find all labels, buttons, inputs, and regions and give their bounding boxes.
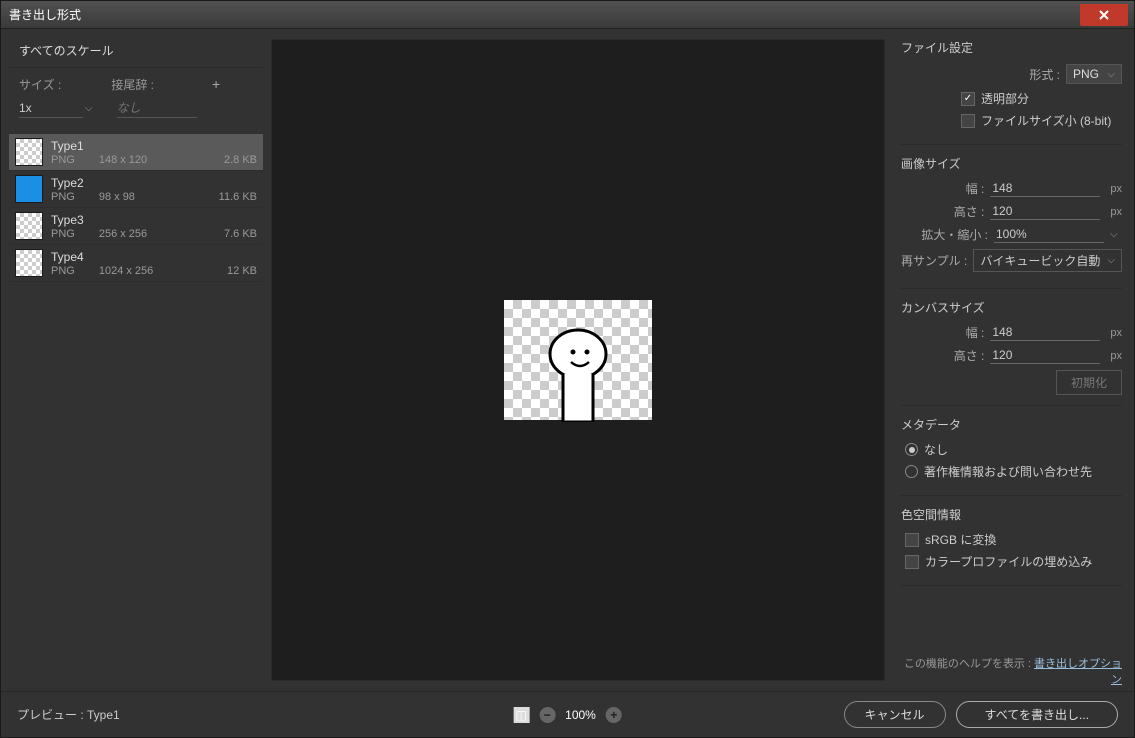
artboard-thumb <box>15 249 43 277</box>
scale-panel: すべてのスケール サイズ : 接尾辞 : + 1x ⌵ Type1PNG148 … <box>1 29 271 691</box>
artboard-item[interactable]: Type3PNG 256 x 256 7.6 KB <box>9 208 263 245</box>
artboard-item[interactable]: Type1PNG 148 x 120 2.8 KB <box>9 134 263 171</box>
canvas-height-label: 高さ : <box>934 347 984 364</box>
artboard-item[interactable]: Type2PNG 98 x 98 11.6 KB <box>9 171 263 208</box>
artboard-filesize: 7.6 KB <box>211 228 257 240</box>
format-label: 形式 : <box>1010 66 1060 83</box>
artboard-thumb <box>15 212 43 240</box>
file-settings-section: ファイル設定 形式 : PNG⌵ 透明部分 ファイルサイズ小 (8-bit) <box>901 39 1122 145</box>
size-label: サイズ : <box>19 76 61 93</box>
artboard-format: PNG <box>51 265 75 277</box>
artboard-filesize: 12 KB <box>211 265 257 277</box>
metadata-none-radio[interactable] <box>905 443 918 456</box>
reset-button[interactable]: 初期化 <box>1056 370 1122 395</box>
height-label: 高さ : <box>934 203 984 220</box>
artboard-name: Type4 <box>51 250 257 264</box>
zoom-controls: ◫ − 100% + <box>513 707 622 723</box>
metadata-copyright-label: 著作権情報および問い合わせ先 <box>924 463 1092 480</box>
preview-panel <box>271 39 885 681</box>
canvas-height-input[interactable] <box>990 347 1100 364</box>
artboard-name: Type2 <box>51 176 257 190</box>
footer: プレビュー : Type1 ◫ − 100% + キャンセル すべてを書き出し.… <box>1 691 1134 737</box>
help-line: この機能のヘルプを表示 : 書き出しオプション <box>901 655 1122 687</box>
resample-label: 再サンプル : <box>901 252 967 269</box>
artboard-name: Type3 <box>51 213 257 227</box>
metadata-title: メタデータ <box>901 416 1122 433</box>
preview-character-icon <box>533 322 623 422</box>
metadata-copyright-radio[interactable] <box>905 465 918 478</box>
colorspace-title: 色空間情報 <box>901 506 1122 523</box>
titlebar: 書き出し形式 <box>1 1 1134 29</box>
chevron-down-icon[interactable]: ⌵ <box>1110 229 1122 240</box>
size-select[interactable]: 1x ⌵ <box>19 99 93 118</box>
preview-label: プレビュー : Type1 <box>17 706 832 723</box>
zoom-in-button[interactable]: + <box>606 707 622 723</box>
image-height-input[interactable] <box>990 203 1100 220</box>
zoom-level: 100% <box>565 708 596 722</box>
artboard-format: PNG <box>51 191 75 203</box>
file-settings-title: ファイル設定 <box>901 39 1122 56</box>
artboard-filesize: 2.8 KB <box>211 154 257 166</box>
transparency-checkbox[interactable] <box>961 92 975 106</box>
window-title: 書き出し形式 <box>9 6 1080 23</box>
format-select[interactable]: PNG⌵ <box>1066 64 1122 84</box>
artboard-format: PNG <box>51 228 75 240</box>
embed-profile-checkbox[interactable] <box>905 555 919 569</box>
srgb-label: sRGB に変換 <box>925 531 996 548</box>
width-label: 幅 : <box>934 180 984 197</box>
artboard-list: Type1PNG148 x 1202.8 KBType2PNG98 x 9811… <box>9 134 263 282</box>
metadata-none-label: なし <box>924 441 948 458</box>
artboard-filesize: 11.6 KB <box>211 191 257 203</box>
embed-profile-label: カラープロファイルの埋め込み <box>925 553 1092 570</box>
canvas-width-label: 幅 : <box>934 324 984 341</box>
artboard-dims: 148 x 120 <box>99 154 161 166</box>
canvas-width-input[interactable] <box>990 324 1100 341</box>
small-file-checkbox[interactable] <box>961 114 975 128</box>
suffix-label: 接尾辞 : <box>111 76 154 93</box>
close-icon <box>1098 9 1110 21</box>
scale-panel-title: すべてのスケール <box>9 39 263 68</box>
artboard-dims: 256 x 256 <box>99 228 161 240</box>
chevron-down-icon: ⌵ <box>85 103 93 114</box>
image-scale-input[interactable] <box>994 226 1104 243</box>
grid-toggle-icon[interactable]: ◫ <box>513 707 529 723</box>
resample-select[interactable]: バイキュービック自動⌵ <box>973 249 1122 272</box>
export-dialog: 書き出し形式 すべてのスケール サイズ : 接尾辞 : + 1x ⌵ Type1… <box>0 0 1135 738</box>
image-width-input[interactable] <box>990 180 1100 197</box>
artboard-item[interactable]: Type4PNG 1024 x 256 12 KB <box>9 245 263 282</box>
srgb-checkbox[interactable] <box>905 533 919 547</box>
add-scale-button[interactable]: + <box>212 76 220 93</box>
scale-label: 拡大・縮小 : <box>921 226 988 243</box>
dialog-body: すべてのスケール サイズ : 接尾辞 : + 1x ⌵ Type1PNG148 … <box>1 29 1134 691</box>
artboard-thumb <box>15 175 43 203</box>
artboard-format: PNG <box>51 154 75 166</box>
artboard-thumb <box>15 138 43 166</box>
close-button[interactable] <box>1080 4 1128 26</box>
artboard-name: Type1 <box>51 139 257 153</box>
colorspace-section: 色空間情報 sRGB に変換 カラープロファイルの埋め込み <box>901 506 1122 586</box>
transparency-label: 透明部分 <box>981 90 1029 107</box>
preview-image <box>504 300 652 420</box>
small-file-label: ファイルサイズ小 (8-bit) <box>981 112 1111 129</box>
settings-panel: ファイル設定 形式 : PNG⌵ 透明部分 ファイルサイズ小 (8-bit) <box>889 29 1134 691</box>
canvas-size-title: カンバスサイズ <box>901 299 1122 316</box>
export-all-button[interactable]: すべてを書き出し... <box>956 701 1118 728</box>
zoom-out-button[interactable]: − <box>539 707 555 723</box>
suffix-input[interactable] <box>117 99 197 118</box>
image-size-title: 画像サイズ <box>901 155 1122 172</box>
artboard-dims: 98 x 98 <box>99 191 161 203</box>
cancel-button[interactable]: キャンセル <box>844 701 946 728</box>
chevron-down-icon: ⌵ <box>1107 69 1115 80</box>
chevron-down-icon: ⌵ <box>1107 255 1115 266</box>
help-link[interactable]: 書き出しオプション <box>1034 658 1122 686</box>
metadata-section: メタデータ なし 著作権情報および問い合わせ先 <box>901 416 1122 496</box>
canvas-size-section: カンバスサイズ 幅 : px 高さ : px 初期化 <box>901 299 1122 406</box>
image-size-section: 画像サイズ 幅 : px 高さ : px 拡大・縮小 : ⌵ 再サン <box>901 155 1122 289</box>
artboard-dims: 1024 x 256 <box>99 265 161 277</box>
